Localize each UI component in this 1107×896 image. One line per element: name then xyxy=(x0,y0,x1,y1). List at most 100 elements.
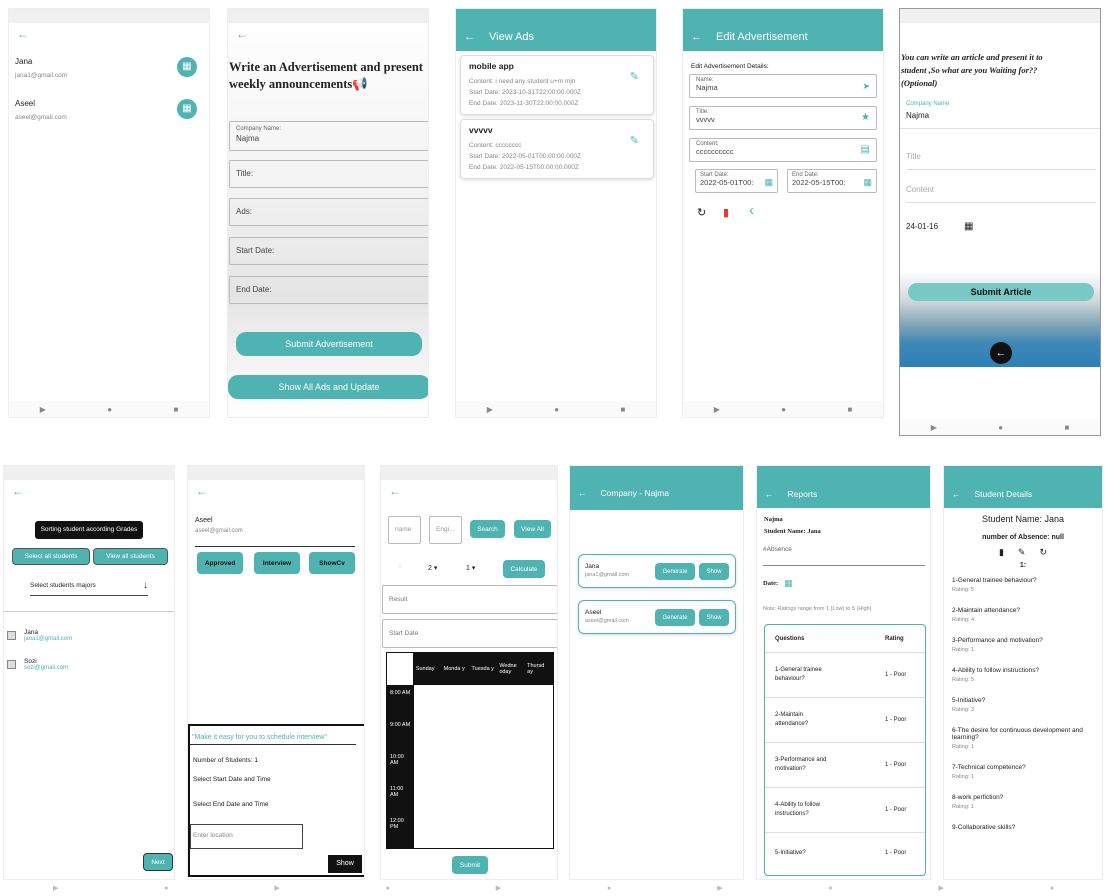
result-input[interactable]: Result xyxy=(382,585,557,614)
ad-card[interactable]: vvvvv Content: cccccccc Start Date: 2022… xyxy=(460,119,654,179)
list-item[interactable]: Jana jana1@gmail.com ▦ xyxy=(15,57,201,79)
student-row[interactable]: Sozi sozi@gmail.com xyxy=(7,658,68,671)
back-nav-icon[interactable]: ▶ xyxy=(938,884,943,892)
name-field[interactable]: Name: Najma ➤ xyxy=(689,74,877,98)
checkbox[interactable] xyxy=(7,631,16,640)
next-button[interactable]: Next xyxy=(143,853,173,871)
engineering-input[interactable]: Engi... xyxy=(429,516,462,544)
dropdown-1[interactable]: 2 ▾ xyxy=(428,564,437,573)
calendar-icon[interactable]: ▦ xyxy=(764,177,773,188)
student-row[interactable]: Jana jana1@gmail.com xyxy=(7,629,72,642)
end-date-field[interactable]: End Date: xyxy=(229,276,428,304)
company-field[interactable]: Company Name: Najma xyxy=(229,121,428,151)
back-nav-icon[interactable]: ▶ xyxy=(40,405,46,414)
submit-button[interactable]: Submit xyxy=(452,856,488,874)
recents-nav-icon[interactable]: ■ xyxy=(847,405,852,414)
student-card[interactable]: Aseel aseel@gmail.com Generate Show xyxy=(578,600,736,634)
home-nav-icon[interactable]: ● xyxy=(107,405,112,414)
student-card[interactable]: Jana jana1@gmail.com Generate Show xyxy=(578,554,736,588)
home-nav-icon[interactable]: ● xyxy=(1050,885,1054,892)
back-nav-icon[interactable]: ▶ xyxy=(714,405,720,414)
dropdown-2[interactable]: 1 ▾ xyxy=(466,564,475,573)
absence-input[interactable]: #Absence xyxy=(763,546,925,566)
show-cv-button[interactable]: ShowCv xyxy=(309,552,355,574)
ad-card[interactable]: mobile app Content: i need any student u… xyxy=(460,55,654,115)
list-item[interactable]: Aseel aseel@gmail.com ▦ xyxy=(15,99,201,121)
back-nav-icon[interactable]: ▶ xyxy=(53,884,58,892)
interview-button[interactable]: Interview xyxy=(254,552,300,574)
home-nav-icon[interactable]: ● xyxy=(781,405,786,414)
title-field[interactable]: Title: xyxy=(229,160,428,188)
rating-select[interactable]: 1 - Poor xyxy=(885,807,906,813)
rating-select[interactable]: 1 - Poor xyxy=(885,762,906,768)
rating-select[interactable]: 1 - Poor xyxy=(885,672,906,678)
calendar-icon[interactable]: ▦ xyxy=(177,57,197,77)
generate-button[interactable]: Generate xyxy=(655,609,695,626)
name-input[interactable]: name xyxy=(388,516,421,544)
home-nav-icon[interactable]: ● xyxy=(828,885,832,892)
table-row[interactable]: 3-Performance and motivation? 1 - Poor xyxy=(765,743,925,788)
select-all-students-button[interactable]: Select all students xyxy=(12,548,90,565)
delete-icon[interactable]: ▮ xyxy=(723,206,729,219)
chevron-left-icon[interactable]: ‹ xyxy=(749,202,754,219)
recents-nav-icon[interactable]: ■ xyxy=(173,405,178,414)
start-date-field[interactable]: Start Date: xyxy=(229,237,428,265)
home-nav-icon[interactable]: ● xyxy=(386,885,390,892)
calendar-icon[interactable]: ▦ xyxy=(863,177,872,188)
back-circle-icon[interactable]: ← xyxy=(990,342,1012,364)
table-row[interactable]: 1-General trainee behaviour? 1 - Poor xyxy=(765,653,925,698)
end-date-field[interactable]: End Date: 2022-05-15T00: ▦ xyxy=(787,169,877,193)
content-field[interactable]: Content: cccccccccc ▤ xyxy=(689,138,877,162)
edit-icon[interactable]: ✎ xyxy=(630,134,639,147)
start-date-input[interactable]: Start Date xyxy=(382,619,557,648)
show-button[interactable]: Show xyxy=(699,563,729,580)
title-field[interactable]: Title: vvvvv ★ xyxy=(689,106,877,130)
table-row[interactable]: 2-Maintain attendance? 1 - Poor xyxy=(765,698,925,743)
calculate-button[interactable]: Calculate xyxy=(503,560,545,578)
back-icon[interactable]: ← xyxy=(765,489,774,499)
table-row[interactable]: 4-Ability to follow instructions? 1 - Poo… xyxy=(765,788,925,833)
start-datetime-label[interactable]: Select Start Date and Time xyxy=(193,776,364,783)
edit-icon[interactable]: ✎ xyxy=(1018,547,1026,558)
start-date-field[interactable]: Start Date: 2022-05-01T00: ▦ xyxy=(695,169,778,193)
view-all-students-button[interactable]: View all students xyxy=(93,548,168,565)
end-datetime-label[interactable]: Select End Date and Time xyxy=(193,801,364,808)
calendar-icon[interactable]: ▦ xyxy=(177,99,197,119)
generate-button[interactable]: Generate xyxy=(655,563,695,580)
back-icon[interactable]: ← xyxy=(952,489,961,499)
back-icon[interactable]: ← xyxy=(9,23,209,45)
show-button[interactable]: Show xyxy=(328,855,362,873)
home-nav-icon[interactable]: ● xyxy=(554,405,559,414)
back-icon[interactable]: ← xyxy=(691,31,702,43)
recents-nav-icon[interactable]: ■ xyxy=(620,405,625,414)
approved-button[interactable]: Approved xyxy=(197,552,243,574)
back-nav-icon[interactable]: ▶ xyxy=(487,405,493,414)
calendar-icon[interactable]: ▦ xyxy=(964,221,973,232)
show-button[interactable]: Show xyxy=(699,609,729,626)
table-row[interactable]: 5-Initiative? 1 - Poor xyxy=(765,833,925,873)
edit-icon[interactable]: ✎ xyxy=(630,70,639,83)
delete-icon[interactable]: ▮ xyxy=(999,547,1004,558)
show-all-ads-button[interactable]: Show All Ads and Update xyxy=(228,375,428,399)
back-icon[interactable]: ← xyxy=(228,23,428,45)
title-input[interactable]: Title xyxy=(906,144,1096,170)
submit-advertisement-button[interactable]: Submit Advertisement xyxy=(236,332,422,356)
refresh-icon[interactable]: ↻ xyxy=(697,206,706,219)
recents-nav-icon[interactable]: ■ xyxy=(1064,423,1069,432)
rating-select[interactable]: 1 - Poor xyxy=(885,850,906,856)
back-icon[interactable]: ← xyxy=(4,480,174,502)
company-field[interactable]: Company Name Najma xyxy=(900,99,1100,129)
back-icon[interactable]: ← xyxy=(464,31,475,43)
home-nav-icon[interactable]: ● xyxy=(607,885,611,892)
back-nav-icon[interactable]: ▶ xyxy=(931,423,937,432)
back-icon[interactable]: ← xyxy=(381,480,557,502)
content-input[interactable]: Content xyxy=(906,177,1096,203)
calendar-icon[interactable]: ▦ xyxy=(784,578,793,589)
view-all-button[interactable]: View All xyxy=(514,520,551,538)
search-button[interactable]: Search xyxy=(470,520,505,538)
home-nav-icon[interactable]: ● xyxy=(998,423,1003,432)
refresh-icon[interactable]: ↻ xyxy=(1039,547,1047,558)
checkbox[interactable] xyxy=(7,660,16,669)
rating-select[interactable]: 1 - Poor xyxy=(885,717,906,723)
back-nav-icon[interactable]: ▶ xyxy=(496,884,501,892)
